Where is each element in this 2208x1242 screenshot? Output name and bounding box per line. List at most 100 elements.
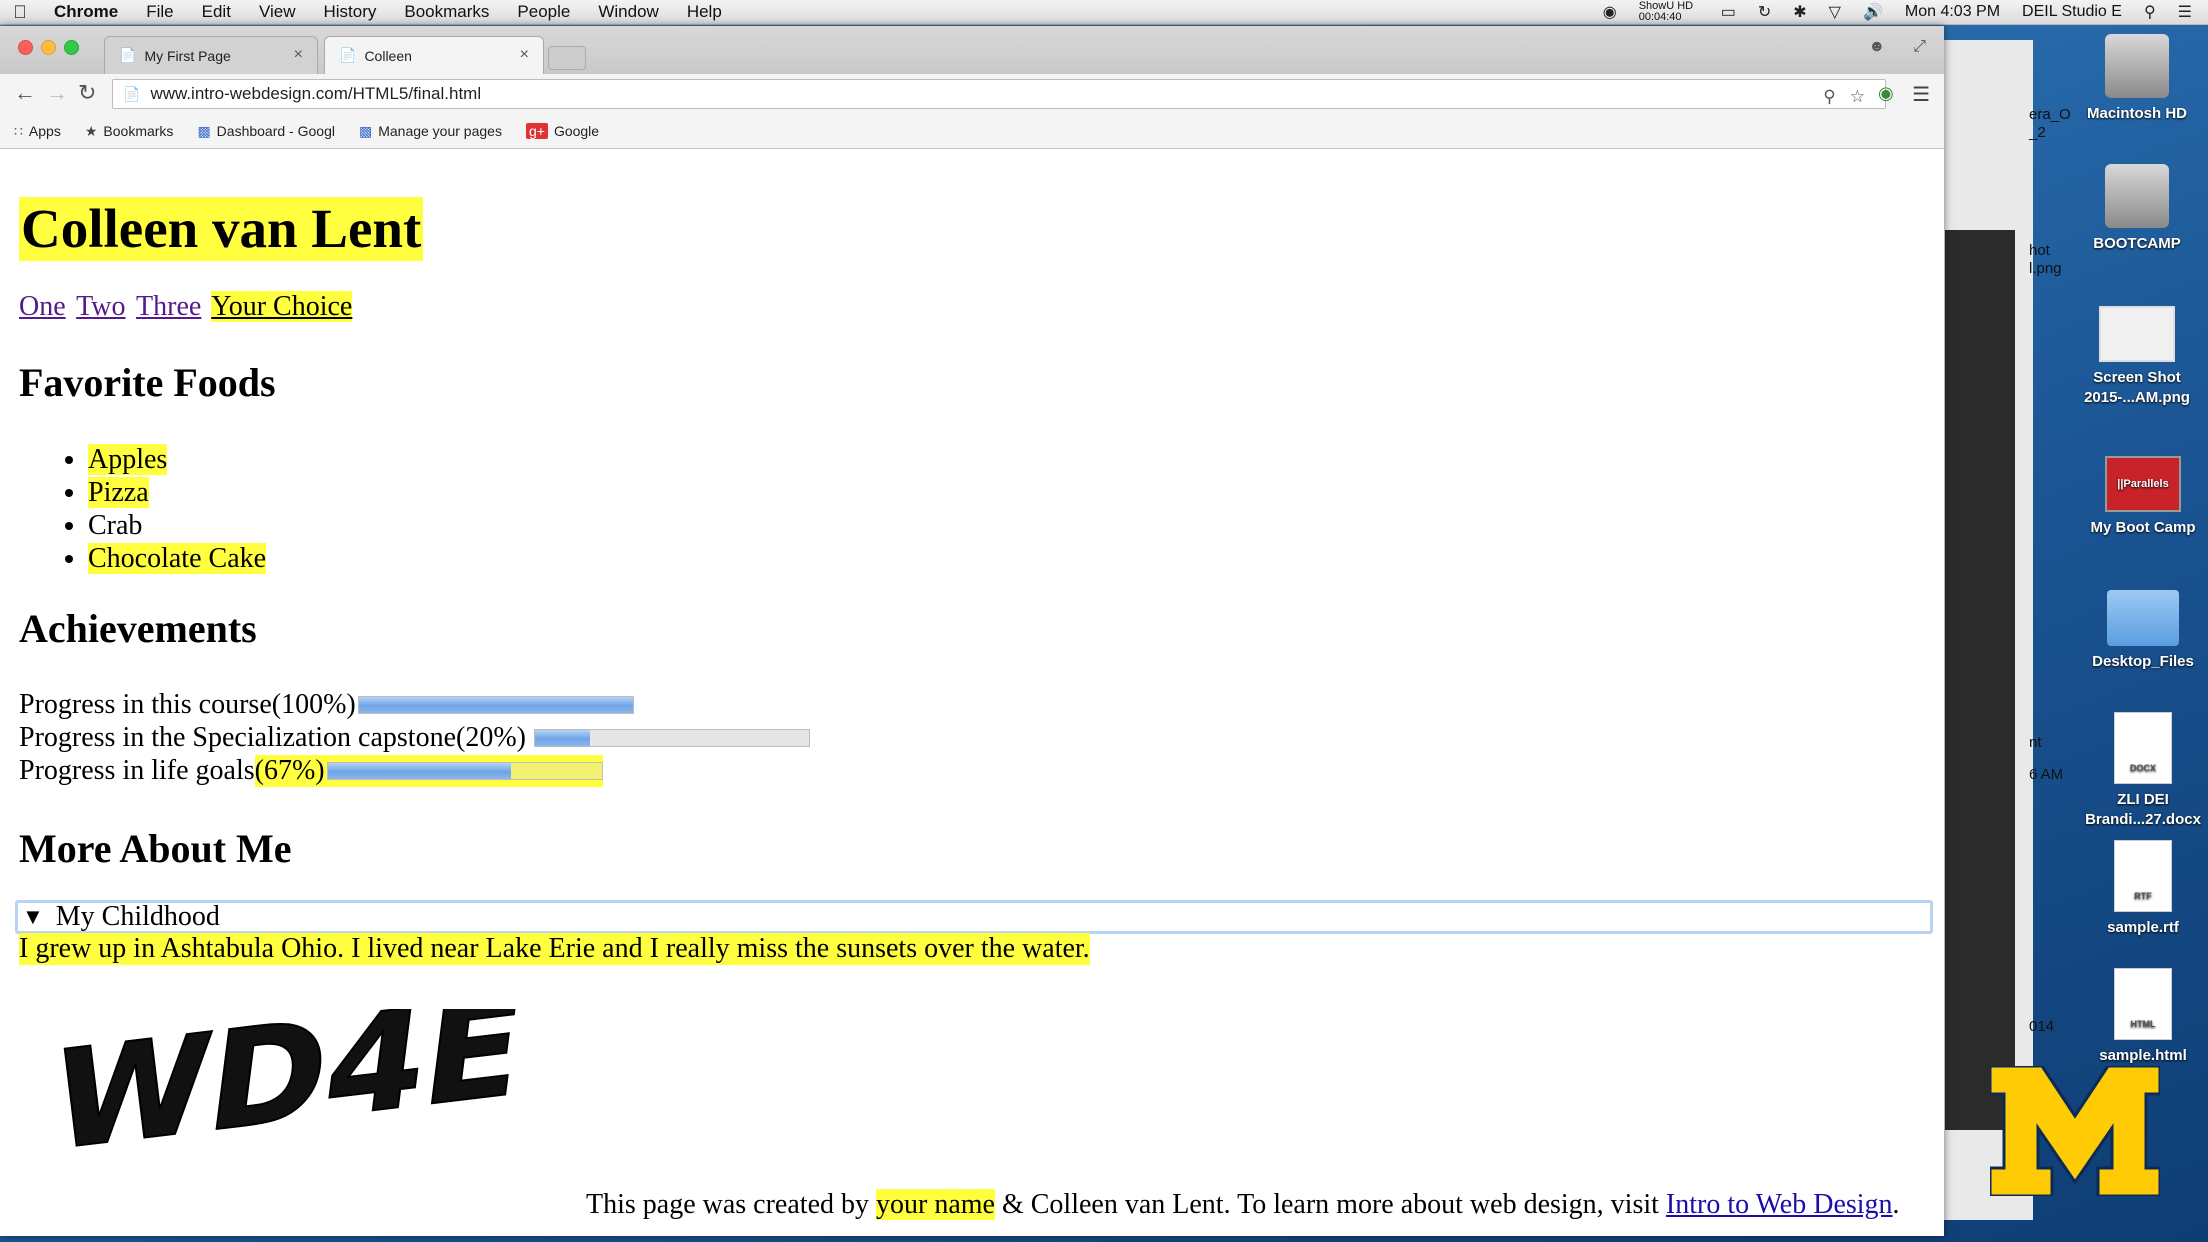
list-item: Chocolate Cake <box>88 542 267 575</box>
airplay-icon[interactable]: ▭ <box>1721 2 1736 22</box>
bg-window-label: l.png <box>2029 260 2062 277</box>
desktop-icon-docx[interactable]: DOCX ZLI DEI Brandi...27.docx <box>2068 712 2208 830</box>
food-label: Chocolate Cake <box>88 543 267 574</box>
notification-center-icon[interactable]: ☰ <box>2178 2 2192 22</box>
progress-percent: (100%) <box>271 689 356 720</box>
manage-pages-icon: ▩ <box>358 122 373 139</box>
bookmark-star-icon[interactable]: ☆ <box>1850 87 1865 107</box>
menu-bookmarks[interactable]: Bookmarks <box>390 2 503 22</box>
page-icon: 📄 <box>339 47 357 63</box>
menu-history[interactable]: History <box>309 2 390 22</box>
desktop-icon-label: ZLI DEI Brandi...27.docx <box>2085 791 2201 828</box>
bookmark-bookmarks[interactable]: ★ Bookmarks <box>85 123 174 140</box>
food-label: Apples <box>88 444 168 475</box>
achievements-heading: Achievements <box>19 606 257 651</box>
tab-my-first-page[interactable]: 📄 My First Page × <box>104 36 318 74</box>
background-window-dark-pane <box>1945 230 2015 1130</box>
profile-icon[interactable]: ☻ <box>1868 38 1885 56</box>
star-icon: ★ <box>84 122 98 139</box>
spotlight-icon[interactable]: ⚲ <box>2144 2 2156 22</box>
time-machine-icon[interactable]: ↻ <box>1758 2 1771 22</box>
wifi-icon[interactable]: ▽ <box>1829 2 1841 22</box>
favorite-foods-list: Apples Pizza Crab Chocolate Cake <box>58 443 267 575</box>
nav-link-two[interactable]: Two <box>76 291 125 322</box>
recording-icon[interactable]: ◉ <box>1603 2 1617 22</box>
menu-people[interactable]: People <box>503 2 584 22</box>
menu-window[interactable]: Window <box>584 2 672 22</box>
bookmark-manage-pages[interactable]: ▩ Manage your pages <box>359 123 502 140</box>
progress-fill <box>358 697 633 713</box>
block-m-shape <box>1990 1066 2160 1196</box>
folder-icon <box>2107 590 2179 646</box>
background-window[interactable]: era_O _2 hot l.png nt 6 AM 014 <box>1940 40 2071 1220</box>
progress-bar <box>326 762 603 780</box>
page-nav: One Two Three Your Choice <box>19 291 356 323</box>
progress-label: Progress in the Specialization capstone <box>19 722 456 753</box>
fullscreen-icon[interactable]: ⤢ <box>1913 38 1926 56</box>
bookmark-label: Dashboard - Googl <box>216 123 335 139</box>
address-bar[interactable]: 📄 www.intro-webdesign.com/HTML5/final.ht… <box>112 79 1886 109</box>
close-tab-icon[interactable]: × <box>520 46 529 64</box>
bookmark-apps[interactable]: ∷ Apps <box>14 123 61 140</box>
bluetooth-icon[interactable]: ✱ <box>1793 2 1806 22</box>
volume-icon[interactable]: 🔊 <box>1863 2 1883 22</box>
bookmark-google[interactable]: g+ Google <box>525 123 599 139</box>
nav-link-your-choice[interactable]: Your Choice <box>211 291 353 322</box>
zoom-icon[interactable]: ⚲ <box>1823 87 1835 107</box>
desktop-icon-sample-rtf[interactable]: RTF sample.rtf <box>2068 840 2208 938</box>
apple-icon[interactable]:  <box>0 2 40 23</box>
parallels-badge: ||Parallels <box>2117 478 2169 490</box>
file-kind: DOCX <box>2129 763 2156 773</box>
forward-icon[interactable]: → <box>46 80 68 106</box>
menu-edit[interactable]: Edit <box>188 2 245 22</box>
page-footer: This page was created by your name & Col… <box>586 1189 1900 1221</box>
desktop-icon-desktop-files[interactable]: Desktop_Files <box>2068 590 2208 672</box>
menu-help[interactable]: Help <box>673 2 736 22</box>
nav-link-one[interactable]: One <box>19 291 66 322</box>
desktop-icon-macintosh-hd[interactable]: Macintosh HD <box>2062 34 2208 124</box>
html-file-icon: HTML <box>2114 968 2172 1040</box>
reload-icon[interactable]: ↻ <box>78 80 96 106</box>
close-tab-icon[interactable]: × <box>294 46 303 64</box>
desktop-icon-sample-html[interactable]: HTML sample.html <box>2068 968 2208 1066</box>
file-kind: HTML <box>2130 1019 2156 1029</box>
close-window-button[interactable] <box>18 40 33 55</box>
menu-chrome[interactable]: Chrome <box>40 2 132 22</box>
chrome-menu-icon[interactable]: ☰ <box>1912 82 1930 107</box>
desktop-icon-label: Desktop_Files <box>2092 653 2194 670</box>
extension-icon[interactable]: ◉ <box>1878 83 1894 104</box>
footer-text: . <box>1892 1189 1900 1220</box>
logo-text: WD4E <box>44 1009 532 1182</box>
page-info-icon[interactable]: 📄 <box>123 86 140 103</box>
image-file-icon <box>2099 306 2175 362</box>
childhood-details-summary[interactable]: ▼ My Childhood <box>15 900 1933 934</box>
disclosure-triangle-icon[interactable]: ▼ <box>22 904 44 930</box>
zoom-window-button[interactable] <box>64 40 79 55</box>
back-icon[interactable]: ← <box>14 80 36 106</box>
minimize-window-button[interactable] <box>41 40 56 55</box>
user-name[interactable]: DEIL Studio E <box>2022 3 2122 21</box>
menu-view[interactable]: View <box>245 2 310 22</box>
details-summary-text: My Childhood <box>55 901 220 932</box>
progress-percent: (20%) <box>456 722 526 753</box>
intro-web-design-link[interactable]: Intro to Web Design <box>1666 1189 1893 1220</box>
progress-bar <box>357 696 634 714</box>
desktop-icon-label: Screen Shot 2015-...AM.png <box>2084 369 2190 406</box>
desktop-icon-bootcamp[interactable]: BOOTCAMP <box>2062 164 2208 254</box>
new-tab-button[interactable] <box>548 46 586 70</box>
desktop-icon-label: My Boot Camp <box>2090 519 2196 536</box>
bookmark-dashboard[interactable]: ▩ Dashboard - Googl <box>197 123 335 140</box>
desktop-icon-screenshot[interactable]: Screen Shot 2015-...AM.png <box>2062 306 2208 408</box>
window-controls <box>18 40 79 55</box>
bookmark-label: Apps <box>28 123 61 139</box>
nav-link-three[interactable]: Three <box>136 291 201 322</box>
url-text[interactable]: www.intro-webdesign.com/HTML5/final.html <box>150 84 481 104</box>
bookmarks-bar: ∷ Apps ★ Bookmarks ▩ Dashboard - Googl ▩ Man… <box>0 114 1944 149</box>
tab-colleen[interactable]: 📄 Colleen × <box>324 36 544 74</box>
list-item: Crab <box>88 509 266 542</box>
bookmark-label: Manage your pages <box>378 123 502 139</box>
desktop-icon-my-boot-camp[interactable]: ||Parallels My Boot Camp <box>2068 456 2208 538</box>
clock[interactable]: Mon 4:03 PM <box>1905 3 2000 21</box>
progress-fill <box>534 730 590 746</box>
menu-file[interactable]: File <box>132 2 187 22</box>
